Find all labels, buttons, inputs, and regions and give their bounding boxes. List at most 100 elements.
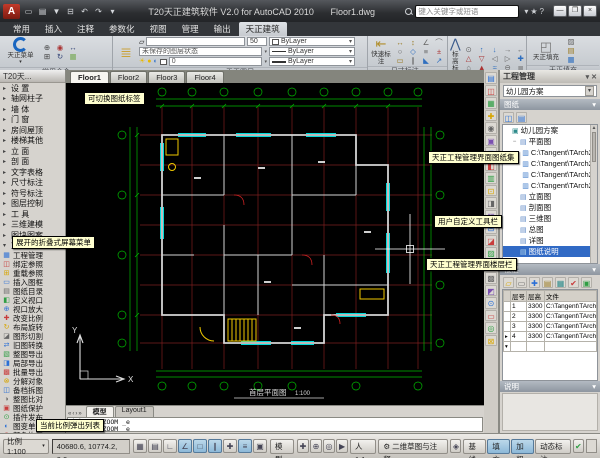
ribbon-small-icon[interactable]: ◇ [407, 47, 419, 56]
user-toolbar-icon[interactable]: ◩ [485, 284, 497, 296]
ribbon-small-icon[interactable]: ▦ [565, 55, 577, 64]
layer-toggle-icon[interactable]: ● [147, 57, 151, 66]
status-nav-icon[interactable]: ◎ [323, 439, 336, 453]
user-toolbar-icon[interactable]: ▭ [485, 309, 497, 321]
tz-status-toggle[interactable]: 基线 [463, 438, 487, 458]
floors-table-row[interactable]: 2 3300 C:\Tangent\TArch2.. [503, 311, 597, 322]
tree-node[interactable]: ▤ 三维图 [503, 213, 597, 224]
status-nav-icon[interactable]: ✚ [297, 439, 310, 453]
ribbon-tab[interactable]: 视图 [143, 22, 174, 36]
user-toolbar-icon[interactable]: ▨ [485, 247, 497, 259]
user-toolbar-icon[interactable]: ◨ [485, 197, 497, 209]
status-toggle-icon[interactable]: ∠ [177, 439, 192, 453]
qat-icon[interactable]: ⊟ [64, 5, 77, 18]
floors-toolbar-icon[interactable]: ▱ [503, 276, 514, 288]
ribbon-small-icon[interactable]: ◉ [54, 43, 66, 52]
ribbon-small-icon[interactable]: ▷ [502, 54, 514, 63]
ribbon-tab[interactable]: 参数化 [102, 22, 142, 36]
ribbon-small-icon[interactable]: ▨ [565, 37, 577, 46]
screen-menu-group[interactable]: ▸ 楼梯其他 [0, 136, 65, 147]
tree-node[interactable]: ▤ 详图 [503, 235, 597, 246]
tz-status-toggle[interactable]: 加粗 [511, 438, 535, 458]
drawing-canvas[interactable]: Y X 首层平面图 1:100 [66, 83, 484, 405]
infocenter-icon[interactable]: ? [540, 5, 544, 18]
scheme-combo[interactable]: 幼儿园方案 ▾ [503, 85, 597, 97]
ribbon-small-icon[interactable]: ≡ [420, 47, 432, 56]
ribbon-small-icon[interactable]: ▭ [394, 56, 406, 65]
screen-menu-group[interactable]: ▸ 工 具 [0, 209, 65, 220]
floors-header[interactable]: 层号 [510, 290, 527, 302]
screen-menu-group[interactable]: ▸ 立 面 [0, 146, 65, 157]
floors-table-row[interactable]: ▸ 4 3300 C:\Tangent\TArch2.. [503, 331, 597, 342]
tree-node[interactable]: ▤ 剖面图 [503, 202, 597, 213]
user-toolbar-icon[interactable]: ▩ [485, 272, 497, 284]
panel-pin-icon[interactable]: ▾ ✕ [586, 73, 597, 81]
infocenter-search-input[interactable]: 键入关键字或短语 [415, 4, 520, 18]
ribbon-small-icon[interactable]: ⌒ [433, 38, 445, 47]
document-tab[interactable]: Floor3 [148, 71, 186, 83]
scale-control[interactable]: 比例 1:100 ▾ [3, 437, 49, 456]
status-toggle-icon[interactable]: ▦ [132, 439, 147, 453]
layer-manager-icon[interactable]: ≣ [115, 43, 137, 61]
floors-header[interactable]: 层高 [526, 290, 545, 302]
chevron-down-icon[interactable]: ▾ [264, 49, 267, 55]
panel-titlebar[interactable]: 工程管理 ▾ ✕ [500, 70, 600, 83]
qat-icon[interactable]: ▾ [106, 5, 119, 18]
status-nav-icon[interactable]: ⊕ [310, 439, 323, 453]
layer-fade-value[interactable]: 50 [247, 37, 267, 46]
qat-icon[interactable]: ▭ [22, 5, 35, 18]
tree-scrollbar[interactable]: ▲ [590, 125, 597, 263]
screen-menu-group[interactable]: ▸ 门 窗 [0, 115, 65, 126]
layer-toggle-icon[interactable]: ☀ [139, 57, 145, 66]
user-toolbar-icon[interactable]: ▤ [485, 72, 497, 84]
user-toolbar-icon[interactable]: ▣ [485, 134, 497, 146]
tz-status-toggle[interactable]: 动态标注 [535, 438, 571, 458]
app-menu-button[interactable]: A [3, 3, 20, 19]
tree-node[interactable]: ▤ 图纸说明 [503, 246, 597, 257]
screen-menu-group[interactable]: ▸ 房间屋顶 [0, 125, 65, 136]
floors-table-row[interactable]: 3 3300 C:\Tangent\TArch2.. [503, 321, 597, 332]
lock-icon[interactable]: ◈ [450, 439, 462, 453]
ribbon-small-icon[interactable]: ∠ [420, 38, 432, 47]
ribbon-small-icon[interactable]: ± [433, 47, 445, 56]
status-toggle-icon[interactable]: □ [192, 439, 207, 453]
layer-state-combo[interactable]: 未保存的图层状态 [139, 47, 263, 56]
status-toggle-icon[interactable]: ≡ [237, 439, 252, 453]
floors-header[interactable]: 文件 [544, 290, 597, 302]
minimize-button[interactable]: — [553, 5, 567, 17]
tree-node[interactable]: ▣ 幼儿园方案 [503, 125, 597, 136]
user-toolbar-icon[interactable]: ▥ [485, 172, 497, 184]
ribbon-tab[interactable]: 管理 [175, 22, 206, 36]
ribbon-small-icon[interactable]: ↗ [433, 56, 445, 65]
floors-toolbar-icon[interactable]: ▦ [555, 276, 566, 288]
ribbon-tab[interactable]: 插入 [38, 22, 69, 36]
user-toolbar-icon[interactable]: ⊙ [485, 297, 497, 309]
coordinates-readout[interactable]: 40680.6, 10774.2, 0.0 [51, 438, 130, 458]
notes-area[interactable] [502, 393, 598, 431]
maximize-button[interactable]: ❐ [568, 5, 582, 17]
user-toolbar-icon[interactable]: ◪ [485, 234, 497, 246]
document-tab[interactable]: Floor4 [186, 71, 224, 83]
layer-fade-slider[interactable] [146, 37, 245, 46]
ribbon-tab[interactable]: 天正建筑 [238, 22, 287, 36]
screen-menu-group[interactable]: ▸ 轴网柱子 [0, 94, 65, 105]
screen-menu-group[interactable]: ▸ 尺寸标注 [0, 178, 65, 189]
lineweight-control[interactable]: ByLayer ▾ [269, 57, 355, 66]
status-toggle-icon[interactable]: ✚ [222, 439, 237, 453]
sheets-toolbar-icon[interactable]: ▤ [516, 111, 527, 123]
status-toggle-icon[interactable]: ∟ [162, 439, 177, 453]
ribbon-small-icon[interactable]: ↑ [476, 45, 488, 54]
tree-node[interactable]: ▤ 立面图 [503, 191, 597, 202]
ribbon-small-icon[interactable]: ○ [394, 47, 406, 56]
sheets-toolbar-icon[interactable]: ◫ [503, 111, 514, 123]
infocenter-icon[interactable]: ▾ [524, 5, 528, 18]
tree-node[interactable]: − ▤ 平面图 [503, 136, 597, 147]
section-bar-notes[interactable]: 说明 ▾ [500, 381, 600, 392]
user-toolbar-icon[interactable]: ◫ [485, 84, 497, 96]
floors-toolbar-icon[interactable]: ✚ [529, 276, 540, 288]
tz-menu-button[interactable]: 天正菜单 ▾ [2, 37, 39, 66]
annotation-scale-control[interactable]: 人1:1 [350, 438, 377, 458]
ribbon-small-icon[interactable]: ⊞ [41, 52, 53, 61]
screen-menu-group[interactable]: ▸ 文字表格 [0, 167, 65, 178]
status-nav-icon[interactable]: ▶ [336, 439, 349, 453]
